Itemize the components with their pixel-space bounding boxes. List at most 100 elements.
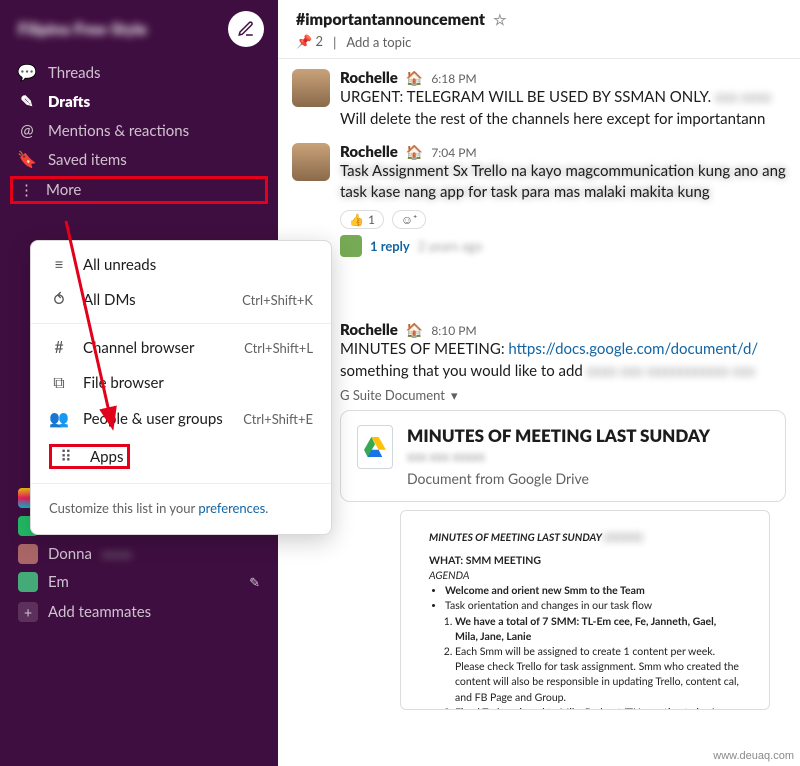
dm-donna[interactable]: Donna xxxx (0, 540, 278, 568)
pencil-icon: ✎ (249, 574, 260, 591)
popover-people[interactable]: 👥 People & user groups Ctrl+Shift+E (31, 401, 331, 436)
add-teammates-label: Add teammates (48, 603, 151, 621)
shortcut: Ctrl+Shift+E (243, 411, 313, 427)
compose-icon (237, 20, 255, 38)
popover-label: File browser (83, 374, 164, 392)
popover-apps[interactable]: ⠿ Apps (31, 436, 331, 477)
nav-label: Threads (48, 64, 101, 82)
threads-icon: 💬 (18, 63, 36, 82)
at-icon: @ (18, 121, 36, 140)
reply-time: 2 years ago (418, 238, 483, 254)
status-emoji: 🏠 (406, 321, 423, 339)
apps-icon: ⠿ (56, 447, 76, 466)
author-name[interactable]: Rochelle (340, 143, 398, 161)
message: Rochelle 🏠 8:10 PM MINUTES OF MEETING: h… (278, 317, 800, 718)
nav-label: Mentions & reactions (48, 122, 189, 140)
add-reaction[interactable]: ☺⁺ (392, 210, 426, 229)
smile-plus-icon: ☺⁺ (401, 212, 417, 227)
message-text: Will delete the rest of the channels her… (340, 109, 786, 131)
doc-preview[interactable]: MINUTES OF MEETING LAST SUNDAY (XXXXX) W… (400, 510, 770, 710)
popover-file-browser[interactable]: ⧉ File browser (31, 365, 331, 401)
message-text: something that you would like to add xxx… (340, 361, 786, 383)
main-content: #importantannouncement ☆ 📌 2 | Add a top… (278, 0, 800, 766)
compose-button[interactable] (228, 11, 264, 47)
divider: | (333, 34, 336, 50)
nav-mentions[interactable]: @ Mentions & reactions (0, 116, 278, 145)
popover-footer: Customize this list in your preferences. (31, 490, 331, 528)
add-teammates[interactable]: + Add teammates (0, 596, 278, 628)
popover-label: People & user groups (83, 410, 223, 428)
shortcut: Ctrl+Shift+K (242, 292, 313, 308)
bookmark-icon: 🔖 (18, 150, 36, 169)
status-emoji: 🏠 (406, 143, 423, 161)
thumbsup-icon: 👍 (349, 212, 364, 227)
pin-icon[interactable]: 📌 2 (296, 33, 323, 50)
channel-header: #importantannouncement ☆ 📌 2 | Add a top… (278, 0, 800, 59)
author-name[interactable]: Rochelle (340, 69, 398, 87)
hash-icon: # (49, 338, 69, 357)
list-icon: ≡ (49, 255, 69, 274)
popover-channel-browser[interactable]: # Channel browser Ctrl+Shift+L (31, 330, 331, 365)
nav-label: Saved items (48, 151, 127, 169)
message: Rochelle 🏠 7:04 PM Task Assignment Sx Tr… (278, 139, 800, 266)
dm-name: Donna (48, 545, 92, 563)
nav-more[interactable]: ⋮ More (10, 176, 268, 204)
chevron-down-icon: ▾ (451, 387, 458, 404)
timestamp[interactable]: 6:18 PM (431, 71, 476, 86)
doc-link[interactable]: https://docs.google.com/document/d/ (508, 340, 758, 358)
reply-link[interactable]: 1 reply (370, 238, 410, 254)
message-text: MINUTES OF MEETING: https://docs.google.… (340, 339, 786, 361)
popover-all-dms[interactable]: ⥀All DMs Ctrl+Shift+K (31, 282, 331, 317)
workspace-header: Filipino Free-Style (0, 0, 278, 58)
star-icon[interactable]: ☆ (493, 11, 506, 29)
more-icon: ⋮ (19, 181, 34, 199)
status-emoji: 🏠 (406, 69, 423, 87)
pin-count: 2 (316, 33, 324, 49)
popover-label: Channel browser (83, 339, 194, 357)
avatar (18, 544, 38, 564)
nav-saved[interactable]: 🔖 Saved items (0, 145, 278, 174)
dm-em[interactable]: Em ✎ (0, 568, 278, 596)
message-text-blurred: Task Assignment Sx Trello na kayo magcom… (340, 161, 786, 205)
more-popover: ≡All unreads ⥀All DMs Ctrl+Shift+K # Chan… (30, 240, 332, 535)
footer-suffix: . (265, 500, 268, 516)
add-topic[interactable]: Add a topic (346, 34, 411, 50)
avatar[interactable] (292, 143, 330, 181)
drafts-icon: ✎ (18, 92, 36, 111)
avatar[interactable] (292, 69, 330, 107)
preferences-link[interactable]: preferences (198, 500, 265, 516)
doc-blurred: xxx xxx xxxxx (407, 448, 710, 464)
message-list: Rochelle 🏠 6:18 PM URGENT: TELEGRAM WILL… (278, 59, 800, 718)
files-icon: ⧉ (49, 373, 69, 393)
timestamp[interactable]: 7:04 PM (431, 145, 476, 160)
channel-name[interactable]: #importantannouncement (296, 10, 485, 29)
avatar (18, 572, 38, 592)
footer-prefix: Customize this list in your (49, 500, 198, 516)
watermark: www.deuaq.com (713, 750, 794, 762)
reaction-count: 1 (368, 212, 375, 227)
plus-icon: + (18, 602, 38, 622)
author-name[interactable]: Rochelle (340, 321, 398, 339)
nav-label: Drafts (48, 93, 90, 111)
timestamp[interactable]: 8:10 PM (431, 323, 476, 338)
shortcut: Ctrl+Shift+L (244, 340, 313, 356)
nav-threads[interactable]: 💬 Threads (0, 58, 278, 87)
dm-name: Em (48, 573, 69, 591)
message-text: URGENT: TELEGRAM WILL BE USED BY SSMAN O… (340, 87, 786, 109)
nav-label: More (46, 181, 81, 199)
divider (31, 483, 331, 484)
doc-title: MINUTES OF MEETING LAST SUNDAY (407, 425, 710, 446)
workspace-name[interactable]: Filipino Free-Style (18, 20, 147, 39)
divider (31, 323, 331, 324)
attachment-type[interactable]: G Suite Document ▾ (340, 387, 786, 404)
popover-label: Apps (90, 448, 123, 466)
people-icon: 👥 (49, 409, 69, 428)
reaction[interactable]: 👍1 (340, 210, 384, 229)
nav-drafts[interactable]: ✎ Drafts (0, 87, 278, 116)
dm-icon: ⥀ (49, 290, 69, 309)
gdrive-icon (357, 425, 393, 469)
message: Rochelle 🏠 6:18 PM URGENT: TELEGRAM WILL… (278, 65, 800, 139)
blurred-name: xxxx (102, 545, 132, 563)
doc-card[interactable]: MINUTES OF MEETING LAST SUNDAY xxx xxx x… (340, 410, 786, 502)
popover-all-unreads[interactable]: ≡All unreads (31, 247, 331, 282)
